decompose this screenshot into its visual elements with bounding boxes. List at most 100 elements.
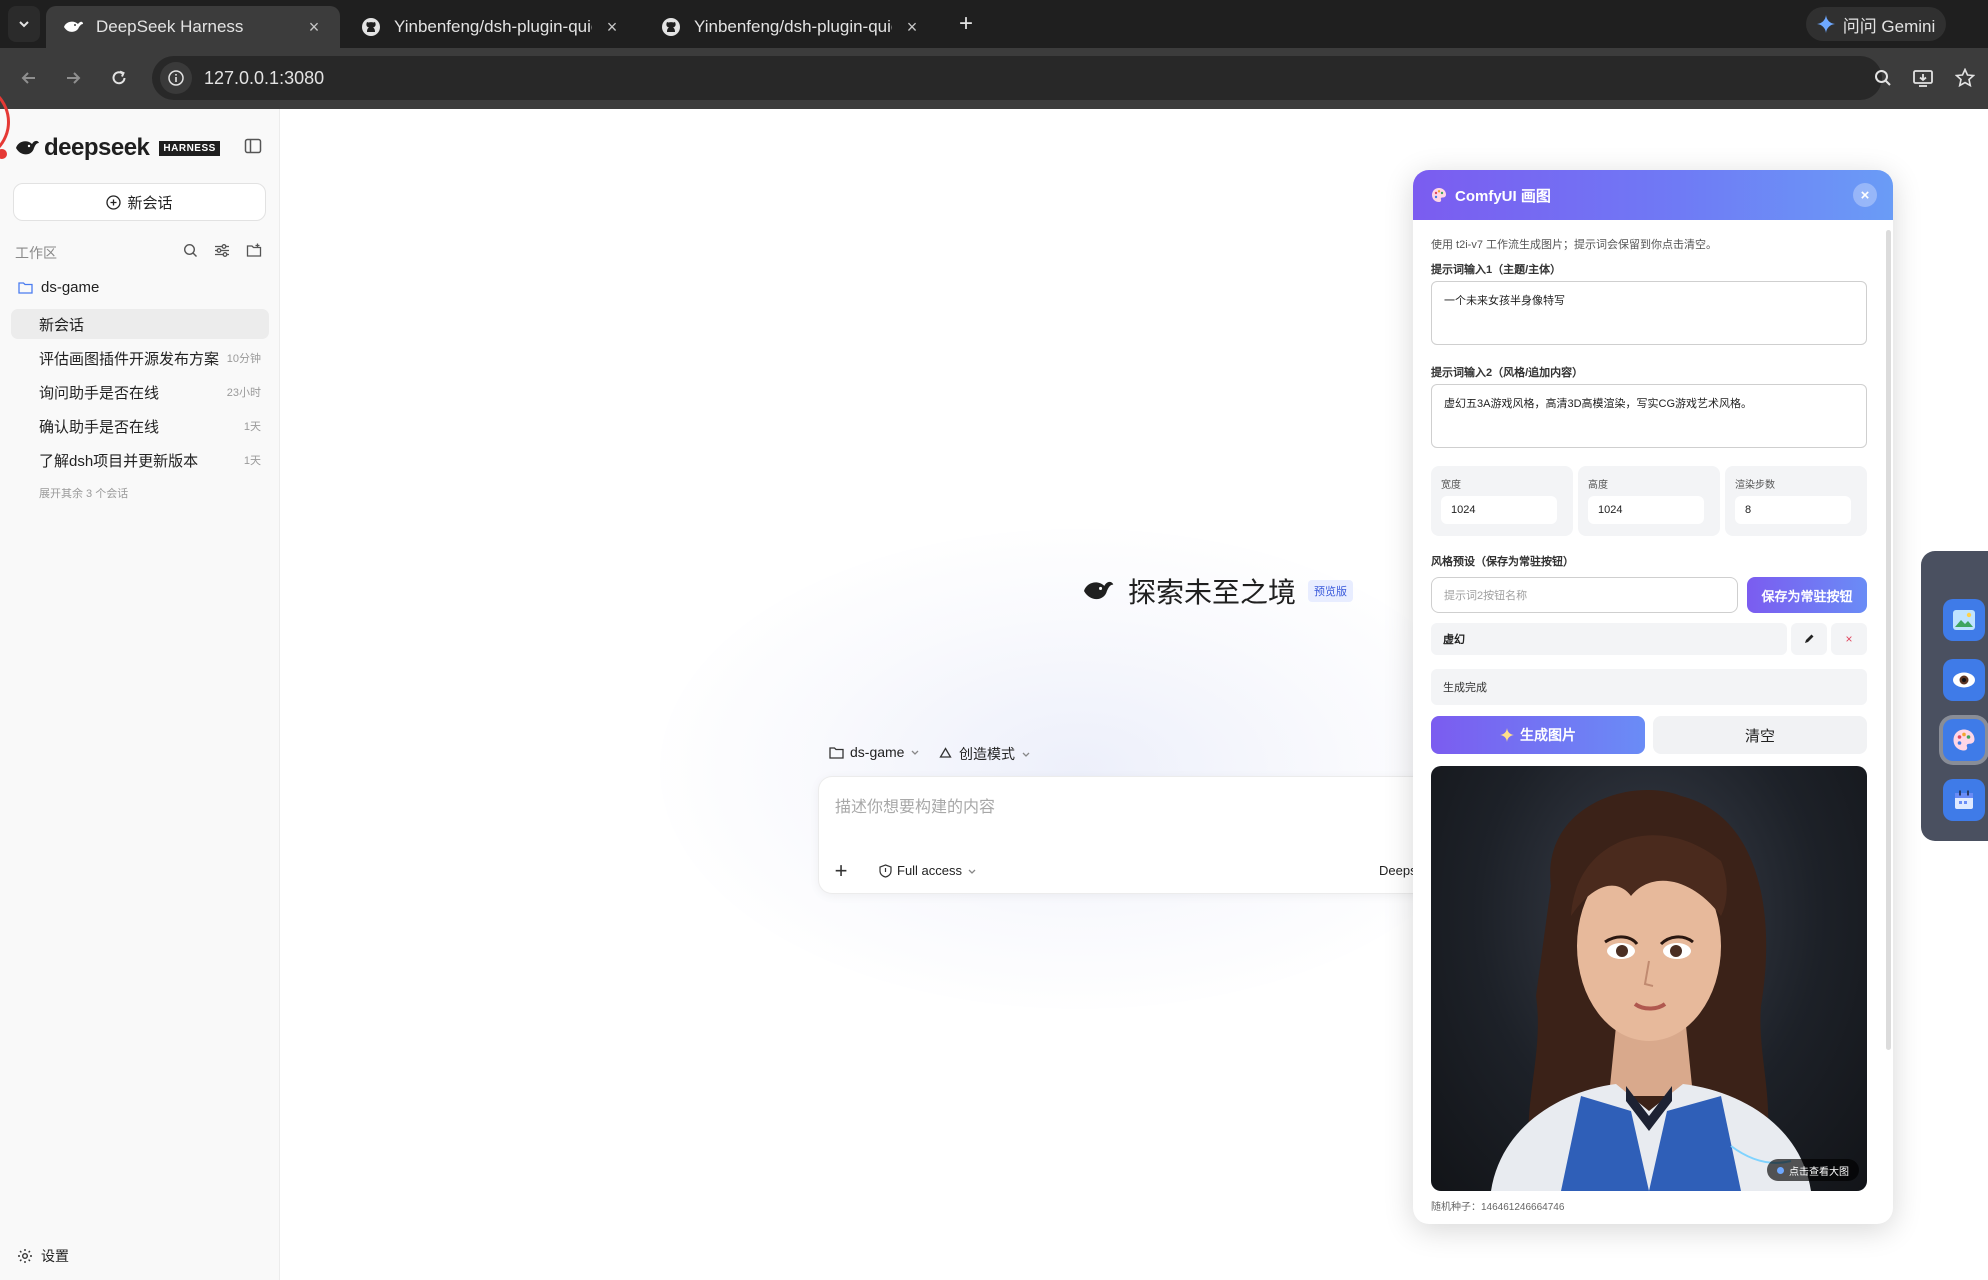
mode-selector[interactable]: 创造模式 [938, 744, 1031, 764]
save-preset-button[interactable]: 保存为常驻按钮 [1747, 577, 1867, 613]
tab-github-1[interactable]: Yinbenfeng/dsh-plugin-quick × [344, 6, 638, 48]
height-input[interactable]: 1024 [1588, 496, 1704, 524]
plus-circle-icon [106, 194, 122, 210]
status-text: 生成完成 [1431, 669, 1867, 705]
conversation-title: 新会话 [39, 316, 85, 334]
dock-calendar-button[interactable] [1943, 779, 1985, 821]
new-tab-button[interactable]: + [952, 10, 980, 38]
panel-scrollbar[interactable] [1886, 230, 1891, 1050]
panel-description: 使用 t2i-v7 工作流生成图片；提示词会保留到你点击清空。 [1431, 239, 1718, 251]
sidebar-toggle-button[interactable] [244, 137, 264, 157]
app-root: deepseek HARNESS 新会话 工作区 ds-game 新会话 评估画 [0, 83, 1988, 1280]
bookmark-button[interactable] [1950, 63, 1980, 93]
zoom-button[interactable] [1868, 63, 1898, 93]
attach-button[interactable]: + [829, 858, 853, 883]
composer[interactable]: 描述你想要构建的内容 + Full access Deeps [818, 776, 1438, 894]
shield-icon [879, 863, 892, 878]
install-app-button[interactable] [1908, 63, 1938, 93]
clear-button[interactable]: 清空 [1653, 716, 1867, 754]
prompt1-textarea[interactable]: 一个未来女孩半身像特写 [1431, 281, 1867, 345]
gemini-sparkle-icon [1816, 15, 1835, 33]
conversation-item[interactable]: 确认助手是否在线 1天 [11, 411, 269, 441]
generate-image-button[interactable]: 生成图片 [1431, 716, 1645, 754]
folder-selector[interactable]: ds-game [829, 744, 920, 760]
whale-logo-icon [1084, 581, 1114, 600]
hero-title: 探索未至之境 [1128, 577, 1297, 608]
new-chat-button[interactable]: 新会话 [13, 183, 266, 221]
view-full-image-button[interactable]: 点击查看大图 [1767, 1159, 1859, 1181]
dock-image-button[interactable] [1943, 599, 1985, 641]
workspace-filter-button[interactable] [212, 240, 232, 260]
settings-button[interactable]: 设置 [17, 1246, 69, 1266]
delete-preset-button[interactable]: × [1831, 623, 1867, 655]
conversation-time: 23小时 [226, 387, 261, 399]
steps-field: 渲染步数 8 [1725, 466, 1867, 536]
url-text: 127.0.0.1:3080 [204, 67, 325, 88]
prompt2-label: 提示词输入2（风格/追加内容） [1431, 367, 1584, 379]
panel-title: ComfyUI 画图 [1455, 187, 1551, 205]
address-bar[interactable]: 127.0.0.1:3080 [152, 56, 1882, 100]
conversation-item[interactable]: 新会话 [11, 309, 269, 339]
conversation-item[interactable]: 评估画图插件开源发布方案 10分钟 [11, 343, 269, 373]
palette-icon [1432, 188, 1446, 202]
reload-button[interactable] [104, 63, 134, 93]
browser-toolbar: 127.0.0.1:3080 [0, 48, 1988, 109]
prompt2-textarea[interactable]: 虚幻五3A游戏风格，高清3D高模渲染，写实CG游戏艺术风格。 [1431, 384, 1867, 448]
tab-search-button[interactable] [8, 6, 40, 42]
preset-section-label: 风格预设（保存为常驻按钮） [1431, 556, 1574, 568]
view-full-label: 点击查看大图 [1789, 1166, 1849, 1178]
portrait-illustration [1491, 790, 1811, 1191]
panel-header: ComfyUI 画图 × [1413, 170, 1893, 220]
steps-input[interactable]: 8 [1735, 496, 1851, 524]
composer-input[interactable]: 描述你想要构建的内容 [835, 793, 995, 817]
back-button[interactable] [14, 63, 44, 93]
preset-button[interactable]: 虚幻 [1431, 623, 1787, 655]
preset-name-input[interactable]: 提示词2按钮名称 [1431, 577, 1738, 613]
close-icon[interactable]: × [602, 17, 622, 37]
workspace-folder[interactable]: ds-game [18, 279, 99, 296]
dock-vision-button[interactable] [1943, 659, 1985, 701]
seed-text: 随机种子：146461246664746 [1431, 1202, 1565, 1213]
whale-logo-icon [16, 140, 39, 155]
conversation-item[interactable]: 询问助手是否在线 23小时 [11, 377, 269, 407]
settings-label: 设置 [41, 1248, 69, 1264]
new-chat-label: 新会话 [127, 194, 173, 212]
conversation-title: 询问助手是否在线 [39, 384, 160, 402]
site-info-icon[interactable] [160, 62, 192, 94]
close-icon[interactable]: × [902, 17, 922, 37]
recycle-icon [939, 746, 952, 758]
hero: 探索未至之境 预览版 [1080, 571, 1354, 611]
generated-image[interactable]: 点击查看大图 [1431, 766, 1867, 1191]
new-folder-button[interactable] [244, 240, 264, 260]
tab-github-2[interactable]: Yinbenfeng/dsh-plugin-quick × [644, 6, 938, 48]
sparkle-icon [1500, 728, 1514, 742]
access-selector[interactable]: Full access [879, 863, 977, 878]
deepseek-favicon-icon [62, 16, 84, 38]
height-field: 高度 1024 [1578, 466, 1720, 536]
pencil-icon [1805, 634, 1814, 643]
calendar-icon [1955, 790, 1973, 809]
gemini-label: 问问 Gemini [1842, 16, 1936, 36]
dock-comfyui-button[interactable] [1943, 719, 1985, 761]
folder-icon [18, 282, 33, 294]
close-icon[interactable]: × [304, 17, 324, 37]
ask-gemini-button[interactable]: 问问 Gemini [1806, 7, 1946, 41]
expand-more-conversations[interactable]: 展开其余 3 个会话 [39, 485, 128, 501]
close-panel-button[interactable]: × [1853, 183, 1877, 207]
conversation-time: 1天 [243, 421, 261, 433]
folder-icon [829, 746, 844, 759]
width-input[interactable]: 1024 [1441, 496, 1557, 524]
forward-button[interactable] [58, 63, 88, 93]
filter-sliders-icon [215, 243, 229, 257]
model-selector[interactable]: Deeps [1379, 863, 1417, 878]
edit-preset-button[interactable] [1791, 623, 1827, 655]
access-label: Full access [897, 863, 963, 878]
sidebar: deepseek HARNESS 新会话 工作区 ds-game 新会话 评估画 [0, 83, 280, 1280]
tab-deepseek-harness[interactable]: DeepSeek Harness × [46, 6, 340, 48]
workspace-search-button[interactable] [180, 240, 200, 260]
zoom-icon [1875, 70, 1891, 86]
conversation-item[interactable]: 了解dsh项目并更新版本 1天 [11, 445, 269, 475]
github-icon [660, 16, 682, 38]
conversation-time: 10分钟 [226, 353, 261, 365]
chevron-down-icon [19, 21, 29, 28]
